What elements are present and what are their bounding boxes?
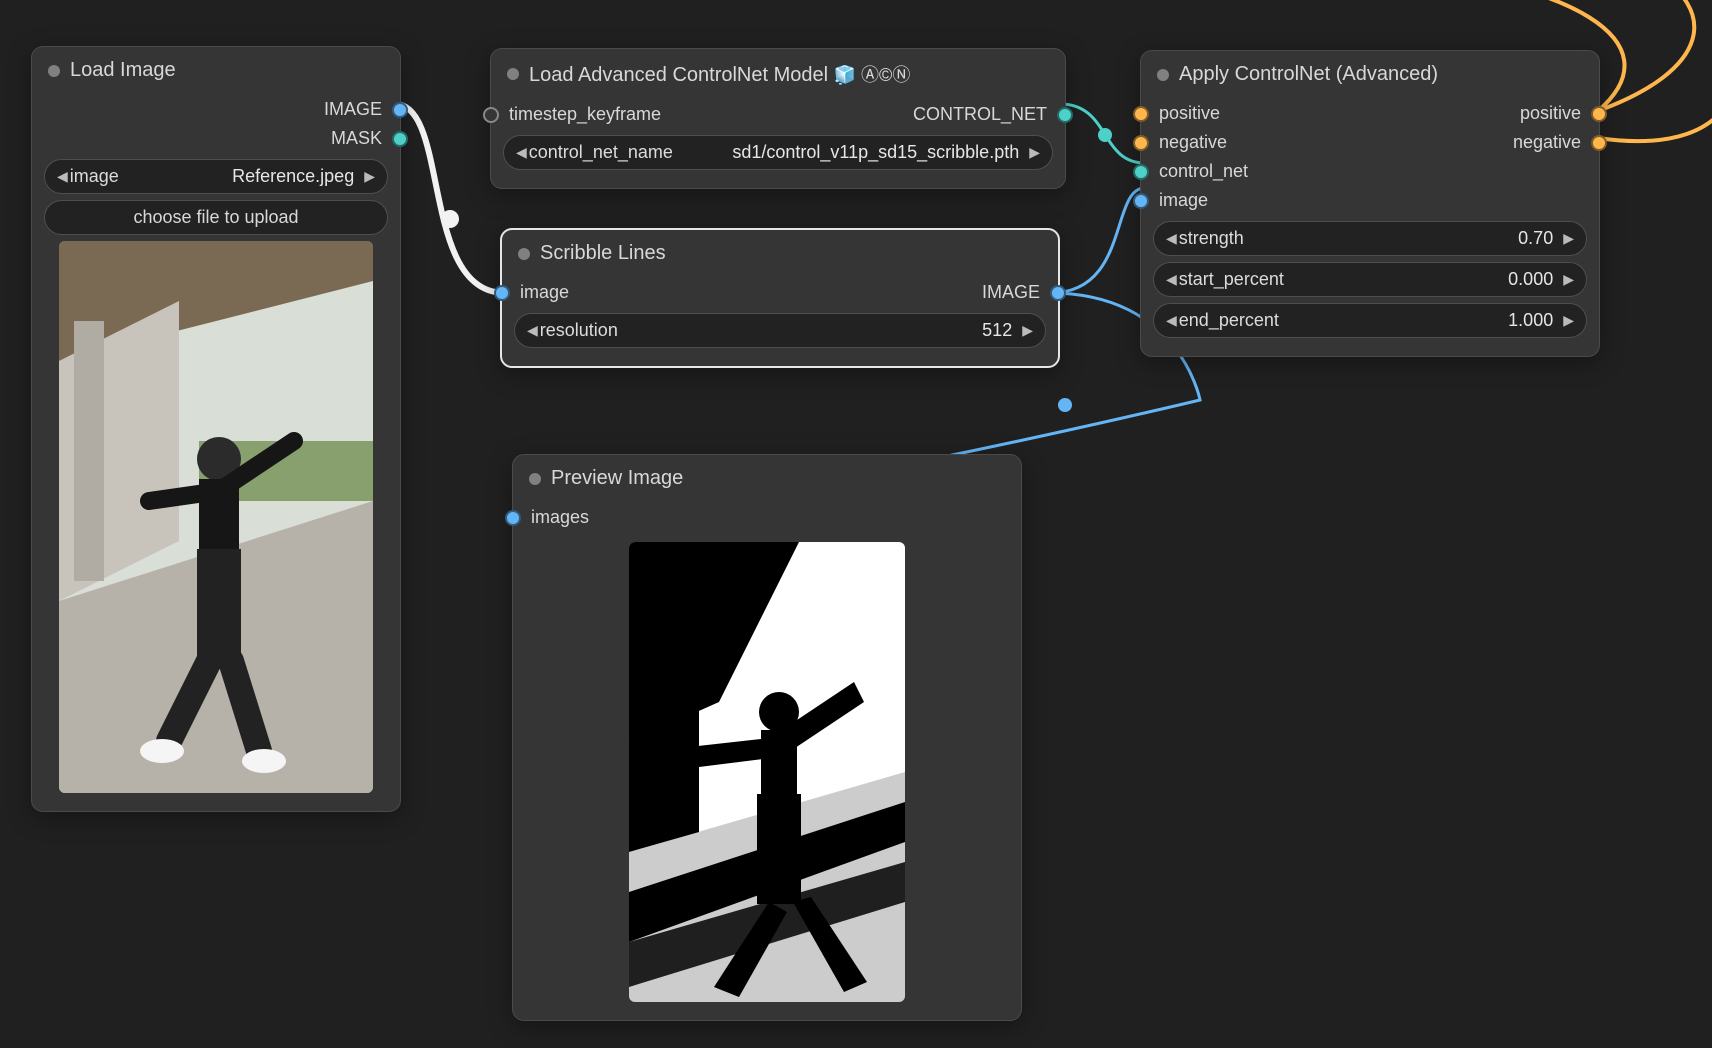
output-label: negative: [1513, 132, 1581, 153]
collapse-dot-icon[interactable]: [507, 68, 519, 80]
input-label: negative: [1159, 132, 1227, 153]
node-header[interactable]: Preview Image: [513, 455, 1021, 503]
node-title: Load Image: [70, 59, 176, 82]
port-controlnet-in[interactable]: [1133, 164, 1149, 180]
node-scribble-lines[interactable]: Scribble Lines image IMAGE ◀ resolution …: [500, 228, 1060, 368]
chevron-right-icon[interactable]: ▶: [362, 168, 377, 185]
input-label: images: [531, 507, 589, 528]
node-load-image[interactable]: Load Image IMAGE MASK ◀ image Reference.…: [31, 46, 401, 812]
output-label: MASK: [331, 128, 382, 149]
io-positive: positive positive: [1141, 99, 1599, 128]
chevron-right-icon[interactable]: ▶: [1561, 230, 1576, 247]
chevron-left-icon[interactable]: ◀: [1164, 271, 1179, 288]
input-label: timestep_keyframe: [509, 104, 661, 125]
chevron-right-icon[interactable]: ▶: [1027, 144, 1042, 161]
node-header[interactable]: Load Advanced ControlNet Model 🧊 Ⓐ©Ⓝ: [491, 49, 1065, 100]
port-image-out[interactable]: [392, 102, 408, 118]
reference-image: [59, 241, 373, 793]
widget-label: resolution: [540, 320, 618, 341]
chevron-left-icon[interactable]: ◀: [55, 168, 70, 185]
collapse-dot-icon[interactable]: [48, 65, 60, 77]
widget-label: end_percent: [1179, 310, 1279, 331]
io-row: image IMAGE: [502, 278, 1058, 307]
chevron-right-icon[interactable]: ▶: [1561, 312, 1576, 329]
chevron-right-icon[interactable]: ▶: [1561, 271, 1576, 288]
widget-label: strength: [1179, 228, 1244, 249]
strength-widget[interactable]: ◀ strength 0.70 ▶: [1153, 221, 1587, 256]
node-load-controlnet[interactable]: Load Advanced ControlNet Model 🧊 Ⓐ©Ⓝ tim…: [490, 48, 1066, 189]
widget-value: 0.70: [1518, 228, 1553, 249]
port-mask-out[interactable]: [392, 131, 408, 147]
widget-value: sd1/control_v11p_sd15_scribble.pth: [732, 142, 1019, 163]
chevron-right-icon[interactable]: ▶: [1020, 322, 1035, 339]
node-apply-controlnet[interactable]: Apply ControlNet (Advanced) positive pos…: [1140, 50, 1600, 357]
io-negative: negative negative: [1141, 128, 1599, 157]
image-selector[interactable]: ◀ image Reference.jpeg ▶: [44, 159, 388, 194]
input-images: images: [513, 503, 1021, 532]
chevron-left-icon[interactable]: ◀: [514, 144, 529, 161]
port-controlnet-out[interactable]: [1057, 107, 1073, 123]
controlnet-name-selector[interactable]: ◀ control_net_name sd1/control_v11p_sd15…: [503, 135, 1053, 170]
node-header[interactable]: Scribble Lines: [502, 230, 1058, 278]
port-image-in[interactable]: [1133, 193, 1149, 209]
preview-output-image: [629, 542, 905, 1002]
input-label: image: [1159, 190, 1208, 211]
widget-label: image: [70, 166, 119, 187]
node-title: Apply ControlNet (Advanced): [1179, 63, 1438, 86]
image-preview: [59, 241, 373, 793]
output-mask: MASK: [32, 124, 400, 153]
input-label: positive: [1159, 103, 1220, 124]
port-positive-in[interactable]: [1133, 106, 1149, 122]
node-header[interactable]: Apply ControlNet (Advanced): [1141, 51, 1599, 99]
widget-value: Reference.jpeg: [232, 166, 354, 187]
input-controlnet: control_net: [1141, 157, 1599, 186]
node-preview-image[interactable]: Preview Image images: [512, 454, 1022, 1021]
chevron-left-icon[interactable]: ◀: [525, 322, 540, 339]
node-title: Load Advanced ControlNet Model 🧊 Ⓐ©Ⓝ: [529, 61, 910, 87]
input-label: control_net: [1159, 161, 1248, 182]
port-negative-out[interactable]: [1591, 135, 1607, 151]
widget-value: 0.000: [1508, 269, 1553, 290]
port-negative-in[interactable]: [1133, 135, 1149, 151]
port-images-in[interactable]: [505, 510, 521, 526]
scribble-preview: [629, 542, 905, 1002]
output-label: IMAGE: [324, 99, 382, 120]
resolution-widget[interactable]: ◀ resolution 512 ▶: [514, 313, 1046, 348]
output-image: IMAGE: [32, 95, 400, 124]
node-header[interactable]: Load Image: [32, 47, 400, 95]
start-percent-widget[interactable]: ◀ start_percent 0.000 ▶: [1153, 262, 1587, 297]
node-title: Scribble Lines: [540, 242, 666, 265]
widget-value: 1.000: [1508, 310, 1553, 331]
input-label: image: [520, 282, 569, 303]
io-row: timestep_keyframe CONTROL_NET: [491, 100, 1065, 129]
port-image-out[interactable]: [1050, 285, 1066, 301]
button-label: choose file to upload: [133, 207, 298, 228]
widget-label: control_net_name: [529, 142, 673, 163]
choose-file-button[interactable]: choose file to upload: [44, 200, 388, 235]
collapse-dot-icon[interactable]: [529, 473, 541, 485]
chevron-left-icon[interactable]: ◀: [1164, 312, 1179, 329]
node-title: Preview Image: [551, 467, 683, 490]
port-positive-out[interactable]: [1591, 106, 1607, 122]
output-label: IMAGE: [982, 282, 1040, 303]
port-timestep-in[interactable]: [483, 107, 499, 123]
widget-label: start_percent: [1179, 269, 1284, 290]
output-label: CONTROL_NET: [913, 104, 1047, 125]
chevron-left-icon[interactable]: ◀: [1164, 230, 1179, 247]
end-percent-widget[interactable]: ◀ end_percent 1.000 ▶: [1153, 303, 1587, 338]
port-image-in[interactable]: [494, 285, 510, 301]
collapse-dot-icon[interactable]: [1157, 69, 1169, 81]
collapse-dot-icon[interactable]: [518, 248, 530, 260]
input-image: image: [1141, 186, 1599, 215]
widget-value: 512: [982, 320, 1012, 341]
output-label: positive: [1520, 103, 1581, 124]
